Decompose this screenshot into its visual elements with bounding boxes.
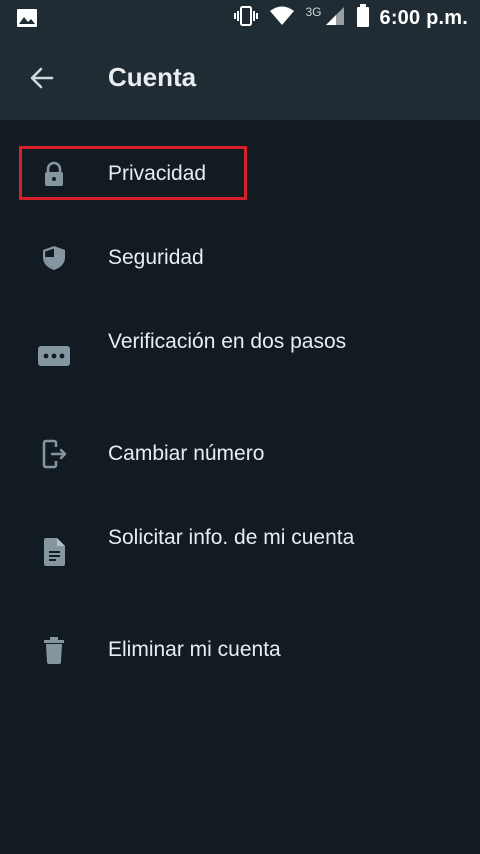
dots-icon — [34, 336, 74, 376]
settings-item-label: Eliminar mi cuenta — [108, 638, 281, 661]
settings-item-verificacion[interactable]: Verificación en dos pasos — [0, 314, 480, 398]
settings-item-label: Privacidad — [108, 162, 207, 185]
signal-icon — [324, 5, 346, 32]
settings-item-privacidad[interactable]: Privacidad — [0, 146, 480, 202]
status-bar: 3G 6:00 p.m. — [0, 0, 480, 36]
back-button[interactable] — [22, 58, 62, 98]
battery-icon — [356, 3, 370, 33]
arrow-left-icon — [30, 67, 54, 89]
trash-icon — [34, 630, 74, 670]
page-title: Cuenta — [108, 62, 197, 92]
settings-item-seguridad[interactable]: Seguridad — [0, 230, 480, 286]
status-icons: 3G 6:00 p.m. — [233, 0, 468, 36]
vibrate-icon — [233, 5, 259, 32]
status-time: 6:00 p.m. — [379, 6, 468, 29]
settings-item-solicitar-info[interactable]: Solicitar info. de mi cuenta — [0, 510, 480, 594]
app-bar: Cuenta — [0, 36, 480, 120]
lock-icon — [34, 154, 74, 194]
wifi-icon — [269, 6, 295, 31]
shield-icon — [34, 238, 74, 278]
network-type-label: 3G — [305, 5, 322, 19]
settings-item-label: Verificación en dos pasos — [108, 330, 347, 353]
image-notification-icon — [16, 8, 38, 28]
settings-item-label: Solicitar info. de mi cuenta — [108, 526, 355, 549]
settings-item-eliminar-cuenta[interactable]: Eliminar mi cuenta — [0, 622, 480, 678]
settings-item-label: Cambiar número — [108, 442, 265, 465]
settings-item-cambiar-numero[interactable]: Cambiar número — [0, 426, 480, 482]
phone-exit-icon — [34, 434, 74, 474]
document-icon — [34, 532, 74, 572]
settings-item-label: Seguridad — [108, 246, 204, 269]
